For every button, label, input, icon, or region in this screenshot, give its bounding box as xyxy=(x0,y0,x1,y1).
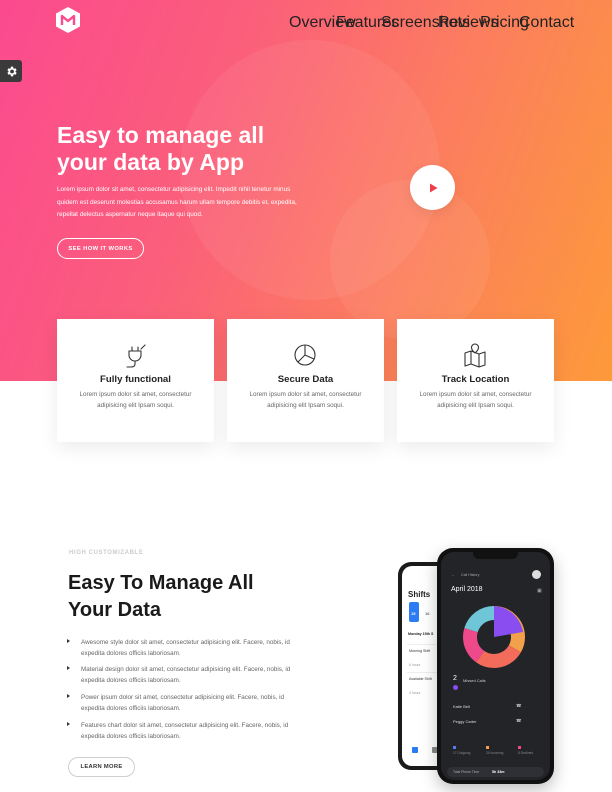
hero-title-line: your data by App xyxy=(57,149,244,175)
play-icon xyxy=(429,183,437,192)
missed-dot xyxy=(453,685,458,690)
back-arrow-icon[interactable]: ← xyxy=(451,573,455,577)
phone-time-bar: Total Phone Time 5h 33m xyxy=(447,767,544,777)
legend-label: 24 Incoming xyxy=(486,751,504,755)
hero-title: Easy to manage all your data by App xyxy=(57,122,357,176)
hero-background-shape xyxy=(330,180,490,340)
play-video-button[interactable] xyxy=(410,165,455,210)
footer-label: Total Phone Time xyxy=(453,770,480,774)
feature-item-text: Power ipsum dolor sit amet, consectetur … xyxy=(81,694,284,712)
section-title-line: Your Data xyxy=(68,599,161,621)
card-title: Fully functional xyxy=(100,374,171,385)
card-title: Secure Data xyxy=(277,374,334,385)
phone-notch xyxy=(473,552,518,559)
bullet-arrow-icon xyxy=(67,694,70,698)
hero-description: Lorem ipsum dolor sit amet, consectetur … xyxy=(57,186,297,218)
plug-icon xyxy=(126,344,146,368)
learn-more-button[interactable]: LEARN MORE xyxy=(68,757,135,777)
avatar[interactable] xyxy=(532,570,541,579)
feature-item-text: Awesome style dolor sit amet, consectetu… xyxy=(81,639,290,657)
missed-label: Missed Calls xyxy=(463,678,486,683)
feature-item-text: Material design dolor sit amet, consecte… xyxy=(81,666,291,684)
shift-hours: 4 hours xyxy=(409,691,421,695)
footer-value: 5h 33m xyxy=(492,770,505,774)
shifts-title: Shifts xyxy=(408,590,431,599)
donut-chart xyxy=(463,606,525,668)
map-pin-icon xyxy=(464,343,486,368)
section-title: Easy To Manage All Your Data xyxy=(68,570,308,624)
day-number: 15 xyxy=(411,611,416,616)
gear-icon xyxy=(6,66,17,76)
legend-swatch xyxy=(518,746,521,749)
legend-label: 17 Outgoing xyxy=(453,751,471,755)
legend-swatch xyxy=(486,746,489,749)
settings-toggle-button[interactable] xyxy=(0,60,22,82)
call-icon[interactable]: ☎ xyxy=(516,718,522,724)
legend-swatch xyxy=(453,746,456,749)
calendar-icon[interactable]: ▣ xyxy=(537,588,542,594)
pie-chart-icon xyxy=(294,344,316,366)
section-kicker: HIGH CUSTOMIZABLE xyxy=(69,550,144,556)
feature-item-text: Features chart dolor sit amet, consectet… xyxy=(81,722,289,740)
shift-name: Morning Shift xyxy=(409,649,431,653)
missed-count: 2 xyxy=(453,675,457,682)
card-text: Lorem ipsum dolor sit amet, consectetur … xyxy=(79,391,192,409)
phone-screen: ← Call History April 2018 ▣ 2 Missed Cal… xyxy=(441,552,550,780)
card-title: Track Location xyxy=(441,374,510,385)
bullet-arrow-icon xyxy=(67,639,70,643)
contact-name[interactable]: Peggy Carter xyxy=(453,719,477,724)
section-title-line: Easy To Manage All xyxy=(68,572,254,594)
schedule-heading: Monday 15th S xyxy=(408,632,434,636)
bullet-arrow-icon xyxy=(67,666,70,670)
nav-link-contact[interactable]: Contact xyxy=(519,14,574,32)
phone-mockup-front: ← Call History April 2018 ▣ 2 Missed Cal… xyxy=(437,548,554,784)
feature-card: Secure Data Lorem ipsum dolor sit amet, … xyxy=(227,319,384,442)
see-how-it-works-button[interactable]: SEE HOW IT WORKS xyxy=(57,238,144,259)
card-text: Lorem ipsum dolor sit amet, consectetur … xyxy=(249,391,362,409)
card-text: Lorem ipsum dolor sit amet, consectetur … xyxy=(419,391,532,409)
contact-name[interactable]: Katie Bell xyxy=(453,704,470,709)
call-icon[interactable]: ☎ xyxy=(516,703,522,709)
feature-card: Fully functional Lorem ipsum dolor sit a… xyxy=(57,319,214,442)
shift-hours: 6 hours xyxy=(409,663,421,667)
tab-bar-icon[interactable] xyxy=(412,747,418,753)
legend-label: 8 Declined xyxy=(518,751,534,755)
hero-title-line: Easy to manage all xyxy=(57,122,265,148)
feature-card: Track Location Lorem ipsum dolor sit ame… xyxy=(397,319,554,442)
bullet-arrow-icon xyxy=(67,722,70,726)
logo-icon[interactable] xyxy=(55,6,81,34)
shift-name: Available Shift xyxy=(409,677,432,681)
month-label: April 2018 xyxy=(451,586,483,593)
day-number: 16 xyxy=(425,611,430,616)
header-label: Call History xyxy=(461,573,480,577)
